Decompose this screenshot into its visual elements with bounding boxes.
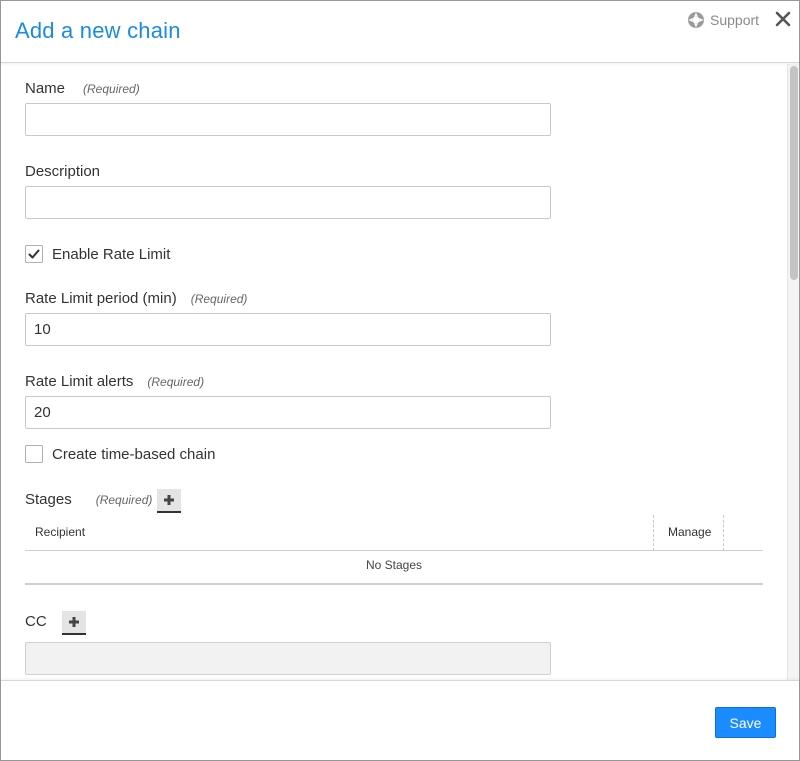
name-input[interactable] <box>25 103 551 136</box>
stages-table-header: Recipient Manage <box>25 515 763 551</box>
checkbox-checked[interactable] <box>25 245 43 263</box>
column-header-recipient: Recipient <box>35 525 86 539</box>
rate-limit-alerts-required-hint: (Required) <box>147 375 205 389</box>
scrollbar[interactable] <box>787 64 799 680</box>
stages-required-hint: (Required) <box>95 493 153 507</box>
dialog-title: Add a new chain <box>15 18 181 43</box>
name-label-text: Name <box>25 80 66 97</box>
stages-empty-row: No Stages <box>25 551 763 585</box>
checkbox-unchecked[interactable] <box>25 445 43 463</box>
cc-input <box>25 642 551 675</box>
column-divider <box>723 515 724 551</box>
add-cc-button[interactable] <box>62 611 86 635</box>
rate-limit-alerts-label-text: Rate Limit alerts <box>25 373 134 390</box>
support-label: Support <box>710 12 760 28</box>
cc-label: CC <box>25 613 47 630</box>
enable-rate-limit-label: Enable Rate Limit <box>52 245 171 263</box>
rate-limit-alerts-input[interactable] <box>25 396 551 429</box>
enable-rate-limit-checkbox[interactable]: Enable Rate Limit <box>25 245 170 263</box>
dialog-header: Add a new chain Support <box>1 1 799 63</box>
rate-limit-alerts-label: Rate Limit alerts (Required) <box>25 373 204 390</box>
plus-icon <box>69 617 79 627</box>
scrollbar-thumb[interactable] <box>790 66 798 280</box>
dialog-footer: Save <box>1 680 799 760</box>
rate-limit-period-label: Rate Limit period (min) (Required) <box>25 290 247 307</box>
support-link[interactable]: Support <box>687 11 759 29</box>
plus-icon <box>164 495 174 505</box>
save-button[interactable]: Save <box>715 707 776 738</box>
name-required-hint: (Required) <box>83 82 140 96</box>
stages-label: Stages (Required) <box>25 491 152 508</box>
stages-table: Recipient Manage No Stages <box>25 515 763 585</box>
description-input[interactable] <box>25 186 551 219</box>
column-divider <box>653 515 654 551</box>
close-icon[interactable] <box>773 9 793 29</box>
time-based-chain-label: Create time-based chain <box>52 445 216 463</box>
rate-limit-period-label-text: Rate Limit period (min) <box>25 290 177 307</box>
name-label: Name (Required) <box>25 80 140 97</box>
form-body: Name (Required) Description Enable Rate L… <box>1 64 787 680</box>
description-label: Description <box>25 163 101 180</box>
add-stage-button[interactable] <box>157 489 181 513</box>
time-based-chain-checkbox[interactable]: Create time-based chain <box>25 445 215 463</box>
lifebuoy-icon <box>688 12 704 28</box>
rate-limit-period-required-hint: (Required) <box>190 292 248 306</box>
checkmark-icon <box>28 249 40 259</box>
rate-limit-period-input[interactable] <box>25 313 551 346</box>
column-header-manage: Manage <box>668 525 712 539</box>
add-chain-dialog: Add a new chain Support Name (Required) D… <box>0 0 800 761</box>
stages-label-text: Stages <box>25 491 72 508</box>
